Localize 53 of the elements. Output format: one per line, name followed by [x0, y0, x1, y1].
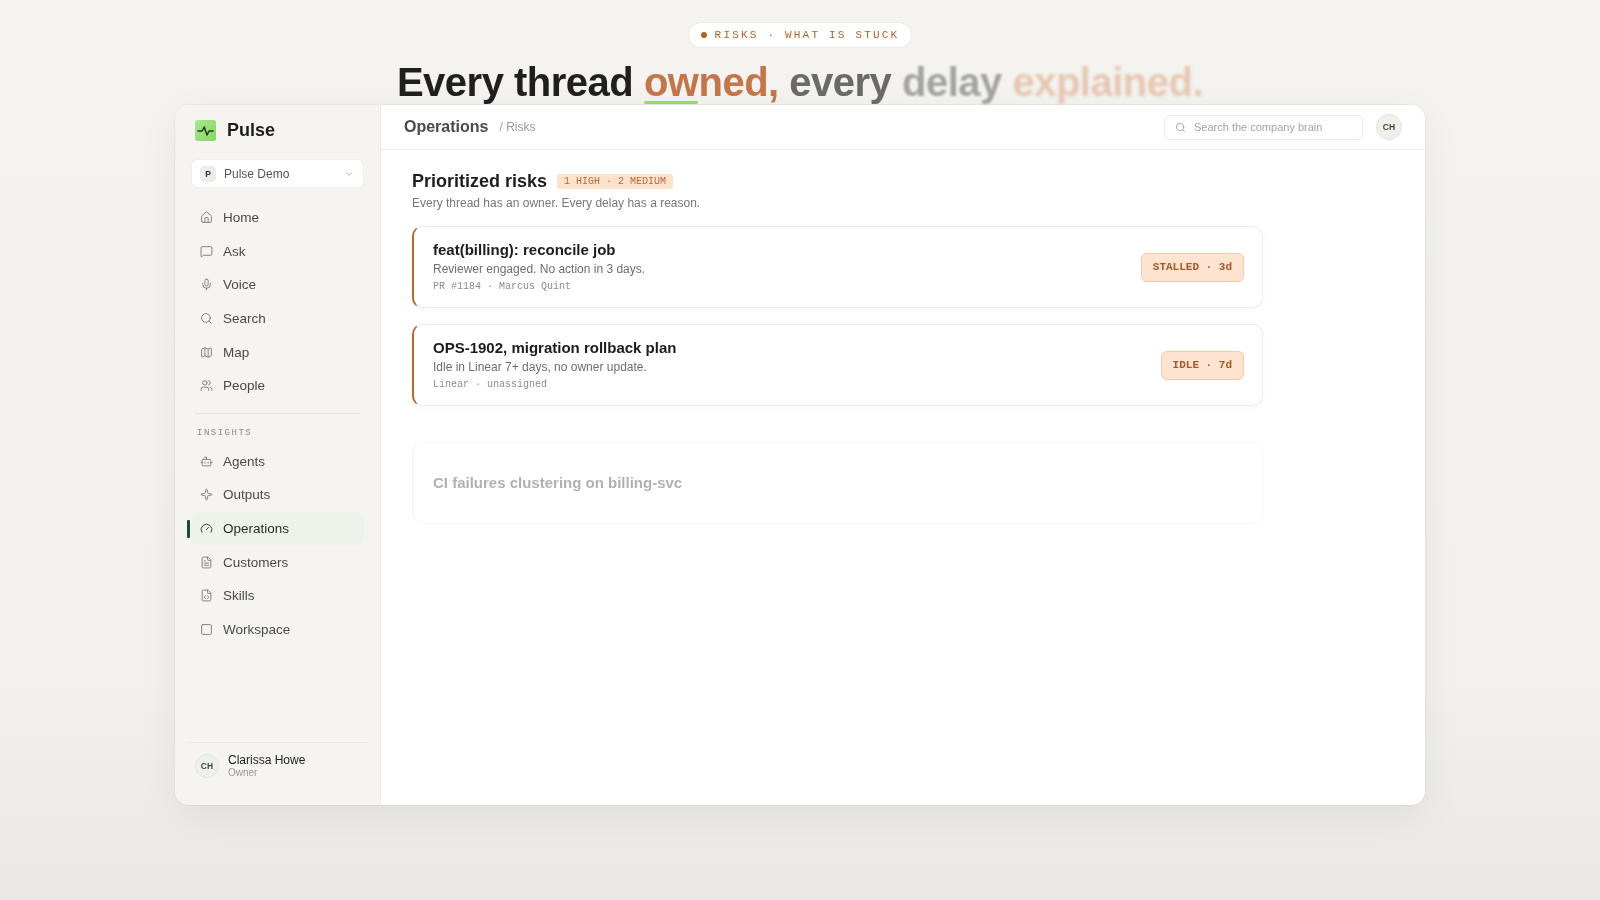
section-title: Prioritized risks [412, 170, 548, 193]
pulse-logo-icon [195, 120, 216, 141]
square-icon [200, 622, 213, 636]
risk-card[interactable]: OPS-1902, migration rollback plan Idle in Linear 7+ days, no owner update. Linear · unassigned IDLE · 7d [412, 324, 1263, 406]
people-icon [200, 379, 213, 393]
risk-card[interactable]: feat(billing): reconcile job Reviewer engaged. No action in 3 days. PR #1184 · Marcus Quint STALLED · 3d [412, 226, 1263, 308]
risk-meta: PR #1184 · Marcus Quint [433, 281, 572, 293]
gauge-icon [200, 522, 213, 536]
nav-item[interactable]: Customers [191, 545, 364, 579]
dot-icon [700, 32, 707, 38]
user-role: Owner [228, 767, 258, 779]
workspace-selector[interactable]: P Pulse Demo [191, 159, 364, 188]
status-badge: STALLED · 3d [1140, 252, 1244, 282]
count-badge: 1 HIGH · 2 MEDIUM [557, 173, 674, 189]
risk-title: OPS-1902, migration rollback plan [433, 339, 677, 357]
user-avatar: CH [195, 754, 219, 778]
document-icon [200, 555, 213, 569]
eyebrow-text: RISKS · WHAT IS STUCK [714, 29, 900, 41]
nav-item[interactable]: Search [191, 301, 364, 336]
risk-description: Reviewer engaged. No action in 3 days. [433, 262, 646, 277]
code-file-icon [200, 589, 213, 603]
page-title: Operations [404, 118, 489, 136]
nav-item[interactable]: Agents [191, 444, 364, 479]
nav-item[interactable]: Voice [191, 268, 364, 302]
nav-item[interactable]: Outputs [191, 478, 364, 512]
headline: Every thread owned, every delay explained. [396, 59, 1204, 106]
sparkle-icon [200, 488, 213, 502]
chat-bubble-icon [200, 244, 213, 258]
house-icon [200, 211, 213, 225]
map-icon [200, 345, 213, 359]
search-field[interactable]: Search the company brain [1164, 114, 1363, 140]
section-label: INSIGHTS [196, 426, 253, 439]
microphone-icon [200, 278, 213, 292]
nav-item[interactable]: Workspace [191, 612, 364, 647]
search-icon [200, 312, 213, 326]
user-avatar[interactable]: CH [1376, 114, 1402, 140]
risk-title: CI failures clustering on billing-svc [433, 474, 683, 492]
nav-item[interactable]: Skills [191, 578, 364, 613]
robot-icon [200, 454, 213, 468]
status-badge: IDLE · 7d [1160, 350, 1244, 380]
workspace-initial: P [200, 165, 216, 182]
risk-title: feat(billing): reconcile job [433, 241, 616, 259]
nav-item[interactable]: Map [191, 335, 364, 369]
risk-description: Idle in Linear 7+ days, no owner update. [433, 360, 647, 375]
nav-item[interactable]: Ask [191, 234, 364, 269]
nav-item[interactable]: People [191, 368, 364, 403]
risk-meta: Linear · unassigned [433, 379, 548, 391]
user-name: Clarissa Howe [228, 753, 306, 767]
breadcrumb: / Risks [499, 120, 536, 134]
search-icon [1175, 121, 1186, 133]
nav-item[interactable]: Home [191, 201, 364, 235]
brand-name: Pulse [227, 120, 276, 141]
section-subtitle: Every thread has an owner. Every delay has a reason. [412, 196, 701, 211]
